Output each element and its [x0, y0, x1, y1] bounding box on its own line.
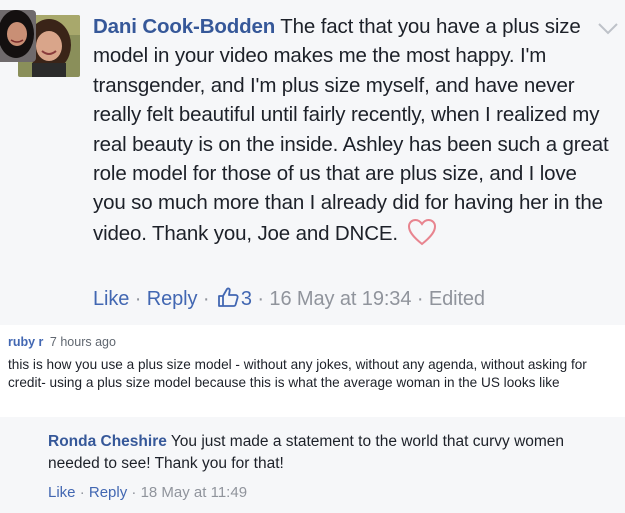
separator: · — [251, 288, 270, 310]
timestamp: 7 hours ago — [49, 335, 116, 349]
separator: · — [411, 288, 429, 310]
comment-text: this is how you use a plus size model - … — [8, 357, 587, 390]
avatar[interactable] — [0, 10, 36, 62]
comment-author-link[interactable]: Dani Cook-Bodden — [93, 15, 275, 38]
username-link[interactable]: ruby r — [8, 335, 43, 349]
comment-actions: Like · Reply · 18 May at 11:49 — [48, 484, 247, 501]
comment-actions: Like · Reply · 3 · 16 May at 19:34 · Edi… — [93, 286, 485, 314]
edited-label[interactable]: Edited — [429, 288, 485, 310]
separator: · — [75, 484, 89, 501]
comment-author-link[interactable]: Ronda Cheshire — [48, 433, 167, 450]
like-count[interactable]: 3 — [241, 288, 252, 310]
timestamp[interactable]: 18 May at 11:49 — [141, 484, 247, 501]
separator: · — [129, 288, 147, 310]
reply-button[interactable]: Reply — [89, 484, 127, 501]
separator: · — [127, 484, 141, 501]
chevron-down-icon[interactable] — [597, 22, 619, 36]
timestamp[interactable]: 16 May at 19:34 — [269, 288, 411, 310]
separator: · — [197, 288, 215, 310]
reply-button[interactable]: Reply — [147, 288, 198, 310]
comment-body: Dani Cook-Bodden The fact that you have … — [93, 12, 611, 254]
like-button[interactable]: Like — [93, 288, 129, 310]
comment-header: ruby r 7 hours ago — [8, 335, 116, 349]
thumbs-up-icon[interactable] — [217, 286, 239, 314]
heart-reaction-icon — [407, 218, 437, 254]
comment-body: Ronda Cheshire You just made a statement… — [48, 431, 620, 475]
comment-text: The fact that you have a plus size model… — [93, 15, 609, 245]
like-button[interactable]: Like — [48, 484, 76, 501]
